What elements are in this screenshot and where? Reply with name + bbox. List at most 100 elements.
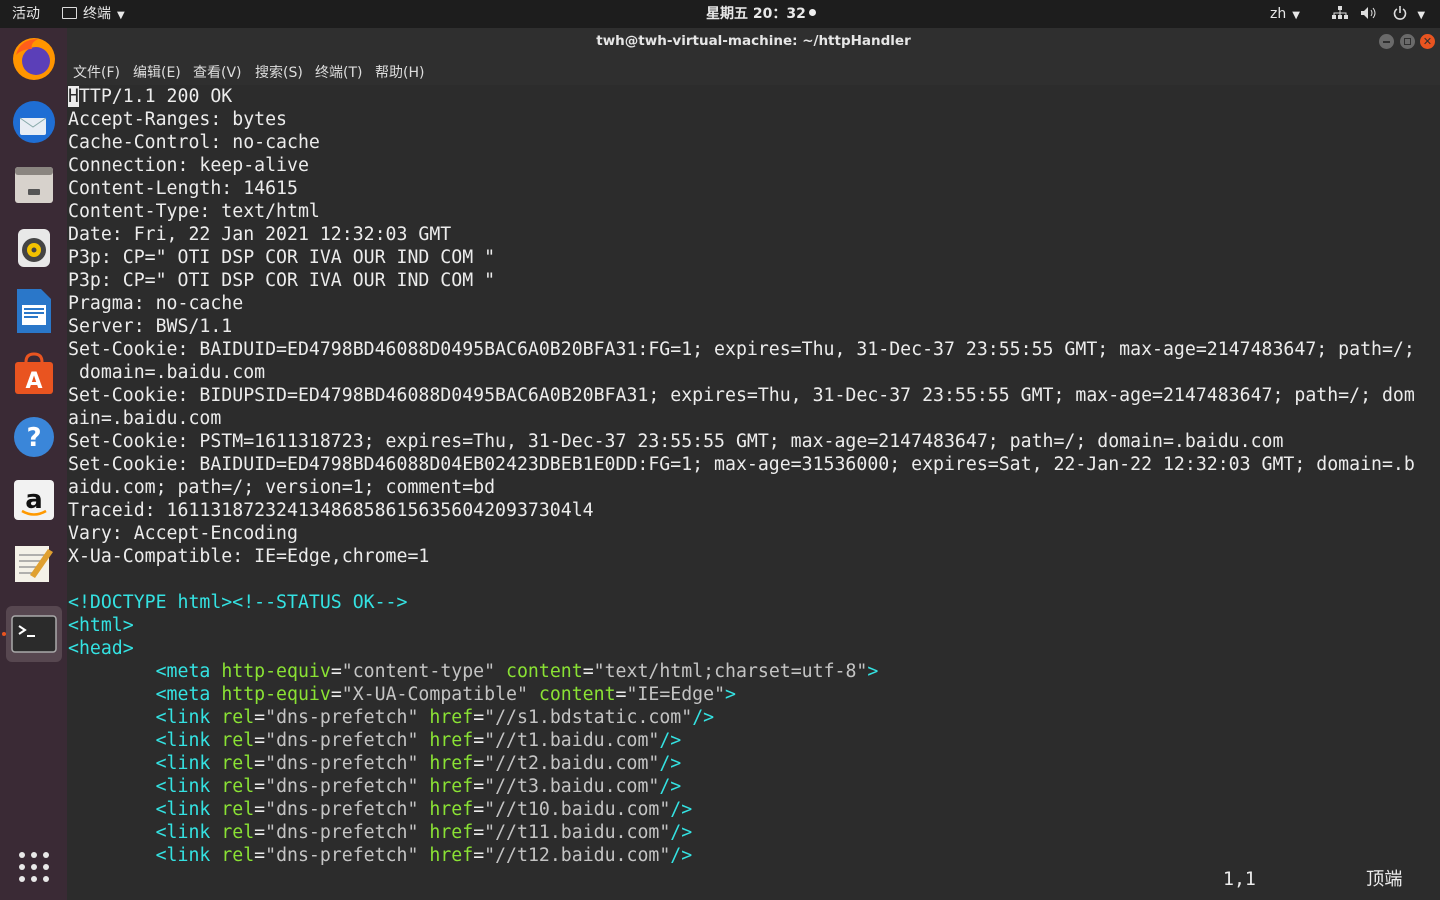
syntax-tag: <link	[68, 730, 222, 751]
syntax-attr: rel	[221, 822, 255, 843]
clock[interactable]: 星期五 20：32	[706, 0, 816, 28]
syntax-attr: content	[495, 661, 583, 682]
dock-amazon[interactable]: a	[6, 472, 62, 528]
window-titlebar[interactable]: twh@twh-virtual-machine: ~/httpHandler ✕	[67, 28, 1440, 55]
syntax-plain: =	[330, 661, 342, 682]
app-menu[interactable]: 终端 ▼	[62, 0, 125, 28]
html-source-line: <meta http-equiv="X-UA-Compatible" conte…	[68, 683, 736, 706]
syntax-tag: />	[670, 822, 693, 843]
syntax-str: "dns-prefetch"	[265, 776, 419, 797]
dock-firefox[interactable]	[6, 31, 62, 87]
dock-help[interactable]: ?	[6, 409, 62, 465]
syntax-tag: <link	[68, 707, 222, 728]
syntax-str: "IE=Edge"	[626, 684, 726, 705]
syntax-str: "dns-prefetch"	[265, 730, 419, 751]
syntax-attr: href	[418, 822, 474, 843]
svg-text:A: A	[25, 369, 42, 394]
syntax-str: "//t3.baidu.com"	[484, 776, 660, 797]
syntax-plain: =	[473, 753, 485, 774]
header-line: Set-Cookie: BIDUPSID=ED4798BD46088D0495B…	[68, 385, 1415, 406]
help-icon: ?	[14, 417, 54, 457]
header-line: X-Ua-Compatible: IE=Edge,chrome=1	[68, 546, 430, 567]
syntax-attr: href	[418, 730, 474, 751]
syntax-attr: href	[418, 753, 474, 774]
header-line: Traceid: 1611318723241348685861563560420…	[68, 500, 594, 521]
html-source-line: <link rel="dns-prefetch" href="//t12.bai…	[68, 844, 693, 867]
syntax-plain: =	[582, 661, 594, 682]
header-line: HTTP/1.1 200 OK	[68, 85, 232, 108]
header-line: Server: BWS/1.1	[68, 316, 233, 337]
syntax-tag: />	[659, 776, 682, 797]
syntax-attr: http-equiv	[221, 684, 331, 705]
maximize-button[interactable]	[1400, 34, 1415, 49]
dock-rhythmbox[interactable]	[6, 220, 62, 276]
header-line: ain=.baidu.com	[68, 408, 222, 429]
header-line: Vary: Accept-Encoding	[68, 523, 298, 544]
language-label: zh	[1270, 6, 1287, 22]
dock-software[interactable]: A	[6, 346, 62, 402]
menu-search[interactable]: 搜索(S)	[255, 62, 303, 82]
close-button[interactable]: ✕	[1420, 34, 1435, 49]
network-icon	[1332, 6, 1348, 19]
firefox-icon	[13, 38, 55, 80]
syntax-str: "content-type"	[341, 661, 496, 682]
syntax-attr: content	[527, 684, 616, 705]
syntax-attr: href	[418, 799, 474, 820]
dock-thunderbird[interactable]	[6, 94, 62, 150]
maximize-icon	[1404, 38, 1411, 45]
chevron-down-icon: ▼	[117, 10, 125, 21]
dock-show-apps[interactable]	[6, 839, 62, 895]
writer-icon	[17, 289, 51, 333]
syntax-str: "//t1.baidu.com"	[484, 730, 660, 751]
syntax-plain: =	[254, 845, 266, 866]
syntax-str: "//t12.baidu.com"	[484, 845, 671, 866]
html-source-line: <head>	[68, 637, 134, 660]
header-line: P3p: CP=" OTI DSP COR IVA OUR IND COM "	[68, 270, 496, 291]
html-source-line: <link rel="dns-prefetch" href="//s1.bdst…	[68, 706, 715, 729]
menu-help[interactable]: 帮助(H)	[375, 62, 424, 82]
syntax-tag: <link	[68, 799, 222, 820]
dock-files[interactable]	[6, 157, 62, 213]
dock-terminal[interactable]	[6, 606, 62, 662]
syntax-str: "//t11.baidu.com"	[484, 822, 671, 843]
syntax-plain: =	[615, 684, 627, 705]
syntax-str: "//t10.baidu.com"	[484, 799, 671, 820]
menu-edit[interactable]: 编辑(E)	[133, 62, 181, 82]
system-menu[interactable]: ▼	[1332, 0, 1425, 28]
menu-terminal[interactable]: 终端(T)	[315, 62, 362, 82]
dock-text-editor[interactable]	[6, 535, 62, 591]
dock-writer[interactable]	[6, 283, 62, 339]
header-line: Date: Fri, 22 Jan 2021 12:32:03 GMT	[68, 224, 452, 245]
syntax-str: "dns-prefetch"	[265, 822, 419, 843]
activities-button[interactable]: 活动	[12, 0, 40, 28]
header-line: Pragma: no-cache	[68, 293, 244, 314]
syntax-tag: <link	[68, 822, 222, 843]
syntax-tag: />	[670, 845, 693, 866]
syntax-plain: =	[473, 730, 485, 751]
syntax-str: "dns-prefetch"	[265, 753, 419, 774]
app-name: 终端	[83, 6, 111, 22]
header-line: domain=.baidu.com	[68, 362, 266, 383]
syntax-tag: <html>	[68, 615, 134, 636]
syntax-plain: =	[473, 822, 485, 843]
syntax-tag: <head>	[68, 638, 134, 659]
terminal-view[interactable]: HTTP/1.1 200 OK Accept-Ranges: bytes Cache…	[67, 85, 1440, 900]
minimize-button[interactable]	[1379, 34, 1394, 49]
syntax-plain: =	[473, 707, 485, 728]
menu-file[interactable]: 文件(F)	[73, 62, 120, 82]
syntax-plain: =	[254, 753, 266, 774]
syntax-tag: <link	[68, 845, 222, 866]
scrollbar[interactable]	[1436, 85, 1440, 900]
syntax-attr: rel	[221, 730, 255, 751]
html-source-line: <link rel="dns-prefetch" href="//t2.baid…	[68, 752, 682, 775]
svg-text:a: a	[25, 485, 43, 515]
syntax-tag: />	[692, 707, 715, 728]
rhythmbox-icon	[18, 229, 50, 267]
syntax-attr: rel	[221, 776, 255, 797]
syntax-attr: href	[418, 776, 474, 797]
menu-view[interactable]: 查看(V)	[193, 62, 242, 82]
syntax-str: "dns-prefetch"	[265, 845, 419, 866]
amazon-icon: a	[14, 480, 54, 520]
language-selector[interactable]: zh ▼	[1270, 0, 1300, 28]
syntax-plain: =	[330, 684, 342, 705]
